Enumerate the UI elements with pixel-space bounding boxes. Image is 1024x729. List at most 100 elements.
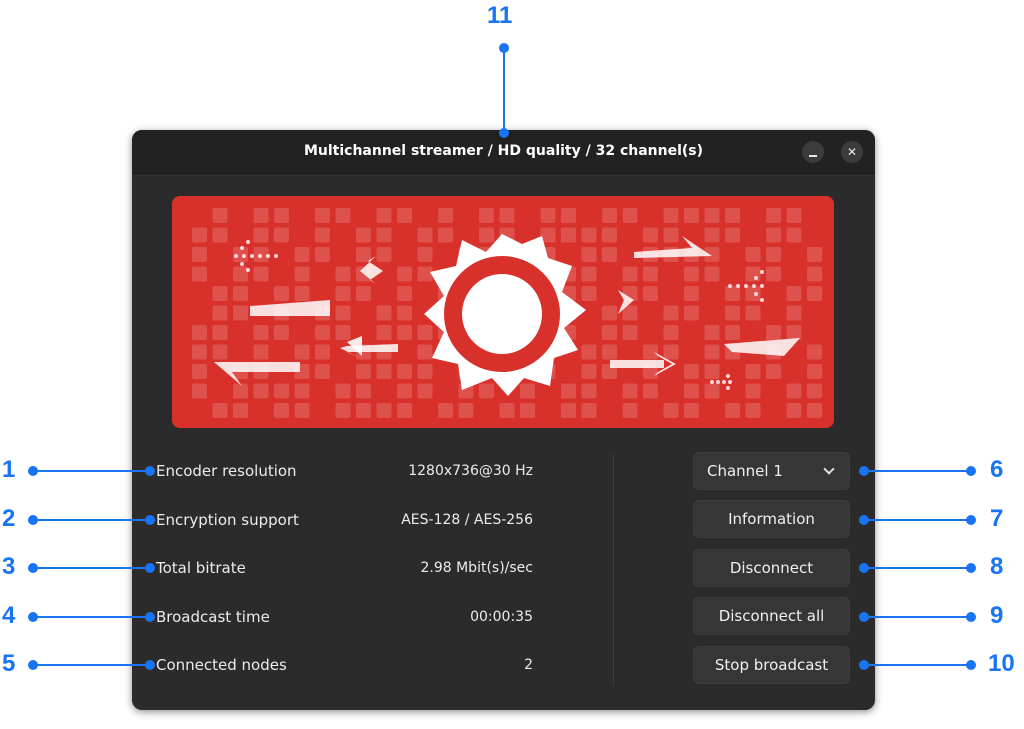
callout-line-1 bbox=[33, 470, 150, 472]
callout-dot-1b bbox=[145, 466, 155, 476]
banner-tile bbox=[417, 344, 433, 360]
callout-dot-7 bbox=[966, 515, 976, 525]
banner-tile bbox=[540, 208, 556, 223]
info-value-connected-nodes: 2 bbox=[524, 657, 533, 673]
banner-tile bbox=[786, 325, 802, 340]
callout-7: 7 bbox=[990, 505, 1004, 532]
banner-tile bbox=[684, 208, 699, 223]
banner-tile bbox=[253, 325, 269, 340]
banner-tile bbox=[684, 364, 699, 379]
disconnect-button[interactable]: Disconnect bbox=[693, 549, 850, 587]
banner-tile bbox=[376, 364, 392, 379]
banner-tile bbox=[807, 247, 822, 262]
callout-5: 5 bbox=[2, 650, 16, 677]
banner-tile bbox=[294, 247, 310, 262]
banner-tile bbox=[212, 344, 228, 360]
info-value-encryption-support: AES-128 / AES-256 bbox=[401, 512, 533, 528]
callout-dot-11b bbox=[499, 128, 509, 138]
callout-dot-3b bbox=[145, 563, 155, 573]
banner-tile bbox=[212, 227, 228, 243]
minimize-button[interactable] bbox=[802, 141, 824, 163]
banner-tile bbox=[622, 325, 638, 340]
banner-tile bbox=[786, 227, 802, 243]
banner-tile bbox=[294, 403, 310, 418]
banner-tile bbox=[335, 208, 351, 223]
banner-tile bbox=[602, 247, 617, 262]
callout-dot-4b bbox=[145, 612, 155, 622]
banner-tile bbox=[417, 227, 433, 243]
banner-tile bbox=[274, 383, 289, 399]
disconnect-all-button[interactable]: Disconnect all bbox=[693, 597, 850, 635]
banner-tile bbox=[745, 286, 761, 301]
banner-tile bbox=[376, 305, 392, 321]
callout-line-6 bbox=[864, 470, 971, 472]
banner-tile bbox=[397, 325, 412, 340]
stop-broadcast-button[interactable]: Stop broadcast bbox=[693, 646, 850, 684]
banner-tile bbox=[561, 227, 576, 243]
callout-line-8 bbox=[864, 567, 971, 569]
banner-tile bbox=[602, 325, 617, 340]
banner-tile bbox=[315, 364, 330, 379]
banner-tile bbox=[335, 286, 351, 301]
banner-tile bbox=[274, 325, 289, 340]
banner-tile bbox=[315, 227, 330, 243]
banner-tile bbox=[253, 344, 269, 360]
banner-tile bbox=[253, 227, 269, 243]
banner-tile bbox=[233, 266, 248, 282]
callout-dot-5b bbox=[145, 660, 155, 670]
banner-tile bbox=[397, 403, 412, 418]
callout-6: 6 bbox=[990, 456, 1004, 483]
banner-tile bbox=[397, 364, 412, 379]
info-value-encoder-resolution: 1280x736@30 Hz bbox=[408, 463, 533, 479]
banner-tile bbox=[356, 227, 371, 243]
banner-tile bbox=[315, 344, 330, 360]
callout-line-2 bbox=[33, 519, 150, 521]
banner-tile bbox=[745, 364, 761, 379]
callout-3: 3 bbox=[2, 553, 16, 580]
channel-dropdown[interactable]: Channel 1 bbox=[693, 452, 850, 490]
banner-tile bbox=[438, 227, 453, 243]
banner-tile bbox=[212, 286, 228, 301]
banner-tile bbox=[356, 247, 371, 262]
chevron-down-icon bbox=[823, 463, 835, 475]
banner-tile bbox=[417, 266, 433, 282]
close-button[interactable]: ✕ bbox=[841, 141, 863, 163]
banner-tile bbox=[684, 266, 699, 282]
banner-tile bbox=[479, 227, 494, 243]
banner-tile bbox=[807, 403, 822, 418]
info-label-total-bitrate: Total bitrate bbox=[156, 559, 246, 577]
banner-tile bbox=[786, 208, 802, 223]
banner-tile bbox=[684, 305, 699, 321]
callout-4: 4 bbox=[2, 602, 16, 629]
callout-10: 10 bbox=[988, 650, 1015, 677]
banner-tile bbox=[356, 286, 371, 301]
banner-tile bbox=[581, 286, 597, 301]
banner-tile bbox=[807, 266, 822, 282]
banner-tile bbox=[766, 247, 781, 262]
banner-tile bbox=[417, 325, 433, 340]
banner-tile bbox=[192, 247, 207, 262]
banner-tile bbox=[212, 403, 228, 418]
banner-tile bbox=[602, 344, 617, 360]
banner-tile bbox=[438, 208, 453, 223]
banner-tile bbox=[212, 208, 228, 223]
banner-tile bbox=[581, 227, 597, 243]
minimize-icon bbox=[809, 154, 817, 157]
banner-tile bbox=[581, 403, 597, 418]
banner-tile bbox=[725, 325, 740, 340]
banner-tile bbox=[561, 403, 576, 418]
banner-tile bbox=[745, 383, 761, 399]
banner-tile bbox=[376, 403, 392, 418]
banner-tile bbox=[704, 383, 720, 399]
banner-tile bbox=[417, 364, 433, 379]
banner-image bbox=[172, 196, 834, 428]
banner-tile bbox=[479, 383, 494, 399]
banner-tile bbox=[786, 286, 802, 301]
banner-tile bbox=[479, 208, 494, 223]
banner-tile bbox=[397, 305, 412, 321]
banner-tile bbox=[643, 383, 658, 399]
banner-tile bbox=[397, 266, 412, 282]
callout-line-9 bbox=[864, 616, 971, 618]
callout-dot-6 bbox=[966, 466, 976, 476]
information-button[interactable]: Information bbox=[693, 500, 850, 538]
